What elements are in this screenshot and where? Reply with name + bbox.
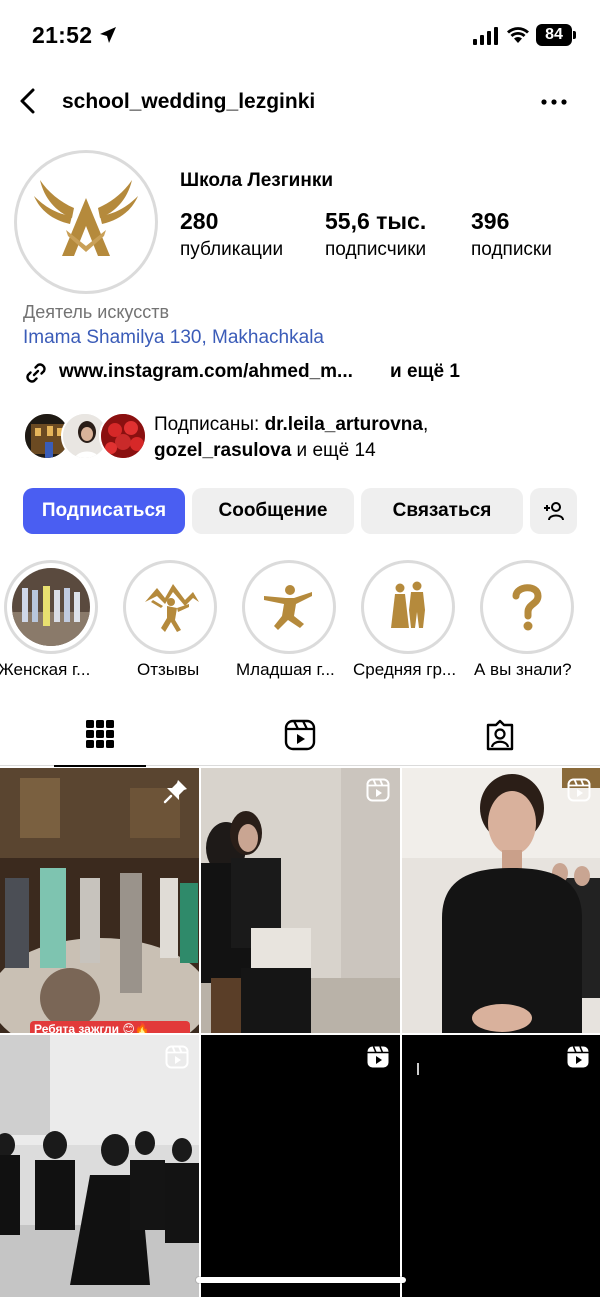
followed-by-user-1[interactable]: dr.leila_arturovna <box>265 414 423 435</box>
tagged-person-icon <box>486 719 514 751</box>
followed-by-text: Подписаны: dr.leila_arturovna, gozel_ras… <box>154 412 428 464</box>
post-thumbnail[interactable]: Ребята зажгли 😊🔥 <box>0 768 199 1033</box>
grid-icon <box>86 720 114 748</box>
post-thumbnail[interactable] <box>0 1035 199 1297</box>
status-time: 21:52 <box>32 22 93 48</box>
content-tabs <box>0 710 600 767</box>
cellular-signal-icon <box>473 27 498 45</box>
battery-tip <box>573 31 576 39</box>
active-tab-indicator <box>54 765 146 767</box>
tab-posts-grid[interactable] <box>0 710 200 767</box>
followed-by-prefix: Подписаны: <box>154 414 265 435</box>
followed-by-suffix: и ещё 14 <box>291 440 376 461</box>
profile-username: school_wedding_lezginki <box>62 90 316 113</box>
highlight-cover <box>12 568 90 646</box>
highlight-label: А вы знали? <box>474 660 572 679</box>
highlight-ring <box>4 560 98 654</box>
profile-more-links[interactable]: и ещё 1 <box>390 361 460 383</box>
highlight-ring <box>480 560 574 654</box>
stat-following-label: подписки <box>471 239 552 260</box>
link-icon <box>26 363 46 383</box>
highlight-label: Младшая г... <box>236 660 335 679</box>
reel-icon <box>567 1046 589 1068</box>
highlight-label: Средняя гр... <box>353 660 457 679</box>
wifi-icon <box>507 27 529 43</box>
suggest-users-button[interactable] <box>530 488 577 534</box>
male-dancer-icon <box>264 585 312 630</box>
profile-category: Деятель искусств <box>23 302 170 322</box>
post-thumbnail[interactable] <box>201 768 400 1033</box>
more-options-icon[interactable] <box>540 90 568 114</box>
add-person-icon <box>543 502 564 521</box>
profile-display-name: Школа Лезгинки <box>180 170 334 191</box>
back-chevron-icon[interactable] <box>14 86 44 116</box>
reel-icon <box>366 778 390 802</box>
stat-following-value: 396 <box>471 208 510 234</box>
followed-by-row[interactable]: Подписаны: dr.leila_arturovna, gozel_ras… <box>23 410 583 466</box>
stat-followers-label: подписчики <box>325 239 427 260</box>
post-thumbnail[interactable] <box>402 768 600 1033</box>
post-thumbnail[interactable] <box>402 1035 600 1297</box>
tab-tagged[interactable] <box>400 710 600 766</box>
mountain-dancer-icon <box>145 584 199 632</box>
highlight-item[interactable]: Средняя гр... <box>353 560 457 679</box>
profile-address-link[interactable]: Imama Shamilya 130, Makhachkala <box>23 327 324 349</box>
stat-posts[interactable]: 280 публикации <box>180 208 283 261</box>
location-arrow-icon <box>100 27 116 43</box>
follower-avatar <box>99 412 147 460</box>
pinned-icon <box>163 780 187 804</box>
stat-posts-label: публикации <box>180 239 284 260</box>
reel-icon <box>567 778 591 802</box>
question-mark-icon <box>512 584 542 631</box>
profile-avatar[interactable] <box>22 158 150 286</box>
status-bar: 21:52 84 <box>0 0 600 70</box>
contact-button[interactable]: Связаться <box>361 488 523 534</box>
highlight-cover <box>369 568 447 646</box>
highlight-cover <box>488 568 566 646</box>
highlight-cover <box>250 568 328 646</box>
highlight-ring <box>123 560 217 654</box>
reels-icon <box>284 719 316 751</box>
reel-icon <box>367 1046 389 1068</box>
message-button[interactable]: Сообщение <box>192 488 354 534</box>
stat-posts-value: 280 <box>180 208 219 234</box>
followed-by-separator: , <box>422 414 429 435</box>
home-indicator[interactable] <box>196 1277 406 1283</box>
battery-indicator: 84 <box>536 24 572 46</box>
text-cursor-mark <box>417 1063 419 1075</box>
stat-followers[interactable]: 55,6 тыс. подписчики <box>325 208 426 261</box>
dancing-couple-icon <box>391 581 425 628</box>
highlight-item[interactable]: Отзывы <box>123 560 219 679</box>
school-logo-icon <box>34 180 138 256</box>
profile-website-link[interactable]: www.instagram.com/ahmed_m... <box>59 361 353 383</box>
follow-button[interactable]: Подписаться <box>23 488 185 534</box>
reel-icon <box>165 1045 189 1069</box>
post-caption-overlay: Ребята зажгли 😊🔥 <box>30 1021 190 1033</box>
highlight-cover <box>131 568 209 646</box>
profile-header: school_wedding_lezginki <box>0 78 600 126</box>
followed-by-user-2[interactable]: gozel_rasulova <box>154 440 291 461</box>
post-thumbnail[interactable] <box>201 1035 400 1297</box>
highlight-ring <box>361 560 455 654</box>
highlight-item[interactable]: Женская г... <box>0 560 100 679</box>
tab-reels[interactable] <box>200 710 400 766</box>
highlight-item[interactable]: А вы знали? <box>474 560 576 679</box>
highlight-item[interactable]: Младшая г... <box>236 560 338 679</box>
highlight-ring <box>242 560 336 654</box>
stat-followers-value: 55,6 тыс. <box>325 208 427 234</box>
highlight-label: Женская г... <box>0 660 91 679</box>
stat-following[interactable]: 396 подписки <box>471 208 552 261</box>
highlight-label: Отзывы <box>137 660 200 679</box>
